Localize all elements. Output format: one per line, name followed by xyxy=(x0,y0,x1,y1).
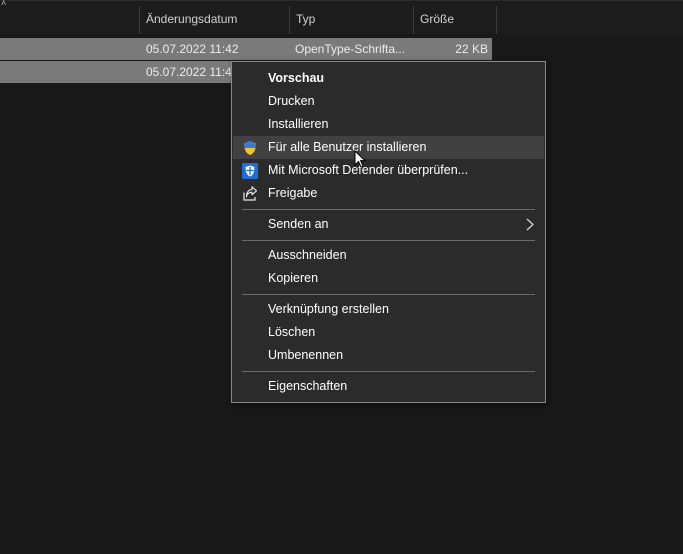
menu-item-label: Kopieren xyxy=(268,271,319,285)
column-header-date[interactable]: Änderungsdatum xyxy=(139,6,290,34)
file-row-date: 05.07.2022 11:4... xyxy=(146,65,242,79)
file-row-size: 22 KB xyxy=(455,42,488,56)
menu-item-label: Verknüpfung erstellen xyxy=(268,302,389,316)
file-row-date: 05.07.2022 11:42 xyxy=(146,42,239,56)
menu-item-ausschneiden[interactable]: Ausschneiden xyxy=(233,244,544,267)
context-menu: Vorschau Drucken Installieren Für alle B… xyxy=(231,61,546,403)
column-header-date-label: Änderungsdatum xyxy=(146,12,238,26)
menu-item-loeschen[interactable]: Löschen xyxy=(233,321,544,344)
column-header-size[interactable]: Größe xyxy=(413,6,497,34)
menu-item-label: Senden an xyxy=(268,217,329,231)
menu-item-label: Freigabe xyxy=(268,186,318,200)
file-row-type: OpenType-Schrifta... xyxy=(295,42,406,56)
column-divider[interactable] xyxy=(496,6,497,34)
column-header-size-label: Größe xyxy=(420,12,455,26)
menu-item-label: Eigenschaften xyxy=(268,379,348,393)
menu-item-label: Für alle Benutzer installieren xyxy=(268,140,427,154)
menu-item-label: Umbenennen xyxy=(268,348,344,362)
file-row[interactable]: 05.07.2022 11:4... xyxy=(0,61,242,83)
menu-item-label: Löschen xyxy=(268,325,316,339)
menu-item-vorschau[interactable]: Vorschau xyxy=(233,67,544,90)
menu-separator xyxy=(242,294,535,295)
menu-separator xyxy=(242,209,535,210)
menu-item-install-all-users[interactable]: Für alle Benutzer installieren xyxy=(233,136,544,159)
menu-item-freigabe[interactable]: Freigabe xyxy=(233,182,544,205)
menu-item-label: Mit Microsoft Defender überprüfen... xyxy=(268,163,469,177)
defender-shield-icon xyxy=(242,163,258,179)
menu-item-drucken[interactable]: Drucken xyxy=(233,90,544,113)
menu-item-eigenschaften[interactable]: Eigenschaften xyxy=(233,375,544,398)
menu-item-umbenennen[interactable]: Umbenennen xyxy=(233,344,544,367)
menu-item-label: Vorschau xyxy=(268,71,325,85)
uac-shield-icon xyxy=(244,141,256,155)
column-header-type-label: Typ xyxy=(296,12,316,26)
column-header-bar: ˄ Änderungsdatum Typ Größe xyxy=(0,0,683,34)
menu-item-label: Ausschneiden xyxy=(268,248,347,262)
chevron-up-icon[interactable]: ˄ xyxy=(1,0,9,8)
menu-separator xyxy=(242,371,535,372)
header-top-border xyxy=(0,0,683,1)
menu-separator xyxy=(242,240,535,241)
file-row[interactable]: 05.07.2022 11:42 OpenType-Schrifta... 22… xyxy=(0,38,492,60)
column-header-type[interactable]: Typ xyxy=(289,6,414,34)
menu-item-label: Drucken xyxy=(268,94,315,108)
share-icon xyxy=(243,186,258,201)
mouse-cursor-icon xyxy=(354,150,366,168)
menu-item-installieren[interactable]: Installieren xyxy=(233,113,544,136)
menu-item-senden-an[interactable]: Senden an xyxy=(233,213,544,236)
menu-item-verknuepfung[interactable]: Verknüpfung erstellen xyxy=(233,298,544,321)
menu-item-defender-scan[interactable]: Mit Microsoft Defender überprüfen... xyxy=(233,159,544,182)
chevron-right-icon xyxy=(526,218,534,231)
menu-item-kopieren[interactable]: Kopieren xyxy=(233,267,544,290)
menu-item-label: Installieren xyxy=(268,117,329,131)
